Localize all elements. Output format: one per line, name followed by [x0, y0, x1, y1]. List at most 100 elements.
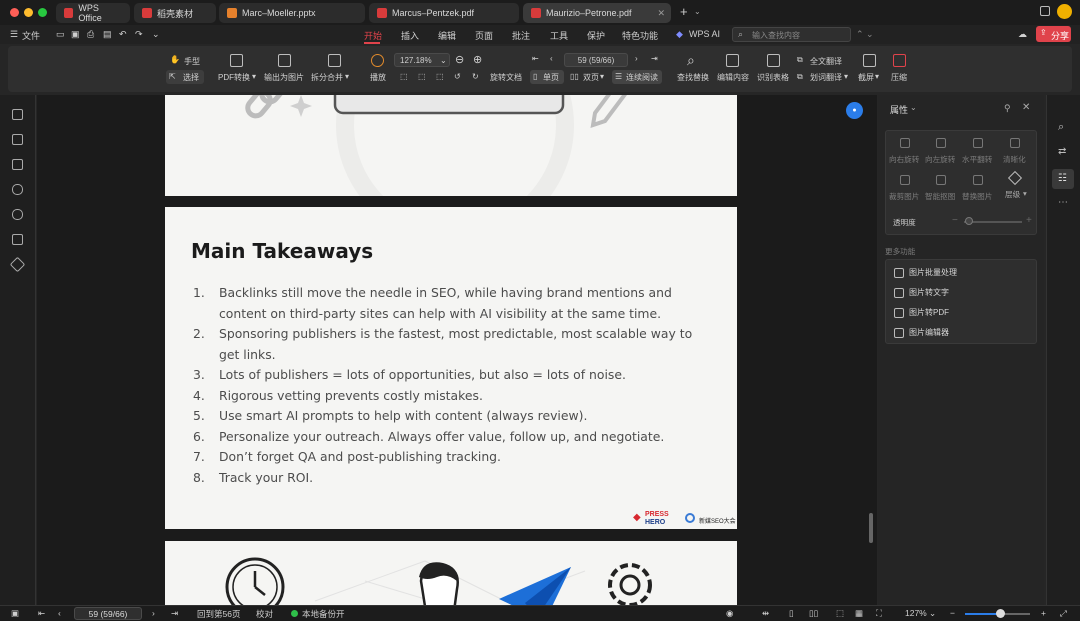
- replace-image-button[interactable]: 替换图片: [962, 191, 992, 202]
- sidebar-toggle-icon[interactable]: ▣: [11, 608, 19, 619]
- window-mode-icon[interactable]: [1040, 6, 1050, 16]
- share-button[interactable]: ⇪ 分享: [1036, 26, 1071, 42]
- signature-icon[interactable]: [12, 234, 23, 245]
- redo-icon[interactable]: ↷: [135, 29, 143, 40]
- document-canvas[interactable]: Main Takeaways 1. Backlinks still move th…: [37, 95, 877, 605]
- tab-home[interactable]: 开始: [364, 29, 382, 42]
- batch-image-button[interactable]: 图片批量处理: [894, 267, 957, 278]
- new-tab-button[interactable]: +: [680, 4, 688, 19]
- word-translate-button[interactable]: 划词翻译: [810, 72, 842, 83]
- zoom-out-icon[interactable]: −: [950, 608, 955, 618]
- open-icon[interactable]: ▭: [56, 29, 65, 40]
- first-page-icon[interactable]: ⇤: [38, 608, 45, 619]
- sharpen-button[interactable]: 清晰化: [1003, 154, 1026, 165]
- search-box[interactable]: ⌕ 输入查找内容: [732, 27, 851, 42]
- tab-tools[interactable]: 工具: [550, 29, 568, 42]
- flip-horizontal-button[interactable]: 水平翻转: [962, 154, 992, 165]
- close-panel-icon[interactable]: ✕: [1022, 102, 1030, 113]
- play-button[interactable]: 播放: [370, 72, 386, 83]
- proofread-button[interactable]: 校对: [256, 608, 273, 620]
- prev-page-icon[interactable]: ‹: [58, 608, 61, 618]
- single-page-button[interactable]: ▯ 单页: [530, 70, 564, 84]
- cloud-icon[interactable]: ☁: [1018, 29, 1027, 40]
- tab-docer[interactable]: 稻壳素材: [134, 3, 216, 23]
- comment-icon[interactable]: [12, 184, 23, 195]
- rotate-right-button[interactable]: 向右旋转: [889, 154, 919, 165]
- pin-icon[interactable]: ⚲: [1004, 103, 1011, 114]
- close-window-button[interactable]: [10, 8, 19, 17]
- tab-comment[interactable]: 批注: [512, 29, 530, 42]
- double-page-icon[interactable]: ▯▯: [809, 608, 818, 619]
- back-to-page-link[interactable]: 回到第56页: [197, 608, 240, 620]
- hamburger-menu-icon[interactable]: ☰: [10, 29, 18, 40]
- tab-features[interactable]: 特色功能: [622, 29, 658, 42]
- fit-width-icon[interactable]: ⬚: [400, 72, 408, 81]
- ai-assistant-icon[interactable]: ●: [846, 102, 863, 119]
- properties-toggle[interactable]: ☷: [1052, 169, 1074, 189]
- tab-page[interactable]: 页面: [475, 29, 493, 42]
- rotate-left-button[interactable]: 向左旋转: [925, 154, 955, 165]
- undo-icon[interactable]: ↶: [119, 29, 127, 40]
- bookmark-icon[interactable]: [12, 134, 23, 145]
- crop-button[interactable]: 裁剪图片: [889, 191, 919, 202]
- more-chevron-icon[interactable]: ⌄: [152, 29, 160, 40]
- first-page-icon[interactable]: ⇤: [532, 54, 539, 63]
- decrease-icon[interactable]: −: [952, 215, 958, 226]
- last-page-icon[interactable]: ⇥: [171, 608, 178, 619]
- opacity-slider-handle[interactable]: [965, 217, 973, 225]
- tab-pdf-petrone[interactable]: Maurizio–Petrone.pdf ✕: [523, 3, 671, 23]
- compress-button[interactable]: 压缩: [891, 72, 907, 83]
- increase-icon[interactable]: +: [1026, 215, 1032, 226]
- vertical-scrollbar[interactable]: [869, 513, 873, 543]
- export-image-button[interactable]: 输出为图片: [264, 72, 304, 83]
- wps-ai-button[interactable]: WPS AI: [689, 29, 720, 39]
- close-tab-icon[interactable]: ✕: [657, 8, 665, 19]
- screenshot-button[interactable]: 截屏: [858, 72, 874, 83]
- full-translate-button[interactable]: 全文翻译: [810, 56, 842, 67]
- translate-icon[interactable]: ⇄: [1058, 146, 1066, 157]
- save-icon[interactable]: ▣: [71, 29, 80, 40]
- search-input[interactable]: 输入查找内容: [752, 30, 800, 41]
- image-editor-button[interactable]: 图片编辑器: [894, 327, 949, 338]
- image-to-pdf-button[interactable]: 图片转PDF: [894, 307, 949, 318]
- zoom-dropdown-icon[interactable]: ⌄: [929, 608, 936, 619]
- rotate-right-icon[interactable]: ↻: [472, 72, 479, 81]
- next-page-icon[interactable]: ›: [635, 54, 638, 63]
- backup-status[interactable]: 本地备份开: [302, 608, 345, 620]
- tab-pptx[interactable]: Marc–Moeller.pptx: [219, 3, 365, 23]
- status-page-input[interactable]: 59 (59/66): [74, 607, 142, 620]
- print-preview-icon[interactable]: ▤: [103, 29, 112, 40]
- screenshot-icon[interactable]: ▦: [855, 608, 863, 619]
- file-menu[interactable]: 文件: [22, 29, 40, 42]
- tab-pdf-pentzek[interactable]: Marcus–Pentzek.pdf: [369, 3, 519, 23]
- zoom-select[interactable]: 127.18% ⌄: [394, 53, 450, 67]
- zoom-in-icon[interactable]: +: [1041, 608, 1046, 618]
- tab-list-chevron-icon[interactable]: ⌄: [694, 7, 701, 16]
- chevron-down-icon[interactable]: ⌄: [910, 103, 917, 112]
- prev-page-icon[interactable]: ‹: [550, 54, 553, 63]
- continuous-read-button[interactable]: ☰ 连续阅读: [612, 70, 662, 84]
- page-number-input[interactable]: 59 (59/66): [564, 53, 628, 67]
- rotate-left-icon[interactable]: ↺: [454, 72, 461, 81]
- tab-protect[interactable]: 保护: [587, 29, 605, 42]
- outline-icon[interactable]: [12, 109, 23, 120]
- select-tool-button[interactable]: ⇱ 选择: [166, 70, 204, 84]
- edit-content-button[interactable]: 编辑内容: [717, 72, 749, 83]
- single-page-icon[interactable]: ▯: [789, 608, 794, 619]
- split-merge-button[interactable]: 拆分合并: [311, 72, 343, 83]
- zoom-window-button[interactable]: [38, 8, 47, 17]
- pdf-convert-button[interactable]: PDF转换: [218, 72, 250, 83]
- fit-window-icon[interactable]: ⤢: [1060, 608, 1067, 619]
- zoom-out-icon[interactable]: ⊖: [455, 53, 464, 66]
- tab-edit[interactable]: 编辑: [438, 29, 456, 42]
- tab-insert[interactable]: 插入: [401, 29, 419, 42]
- fit-width-icon[interactable]: ⇹: [762, 608, 769, 619]
- double-page-button[interactable]: 双页: [583, 72, 599, 83]
- zoom-slider-handle[interactable]: [996, 609, 1005, 618]
- fit-page-icon[interactable]: ⬚: [836, 608, 844, 619]
- avatar[interactable]: [1057, 4, 1072, 19]
- zoom-level[interactable]: 127%: [905, 608, 927, 618]
- attachment-icon[interactable]: [12, 209, 23, 220]
- tab-wps-office[interactable]: WPS Office: [56, 3, 130, 23]
- more-icon[interactable]: ⋯: [1058, 197, 1068, 208]
